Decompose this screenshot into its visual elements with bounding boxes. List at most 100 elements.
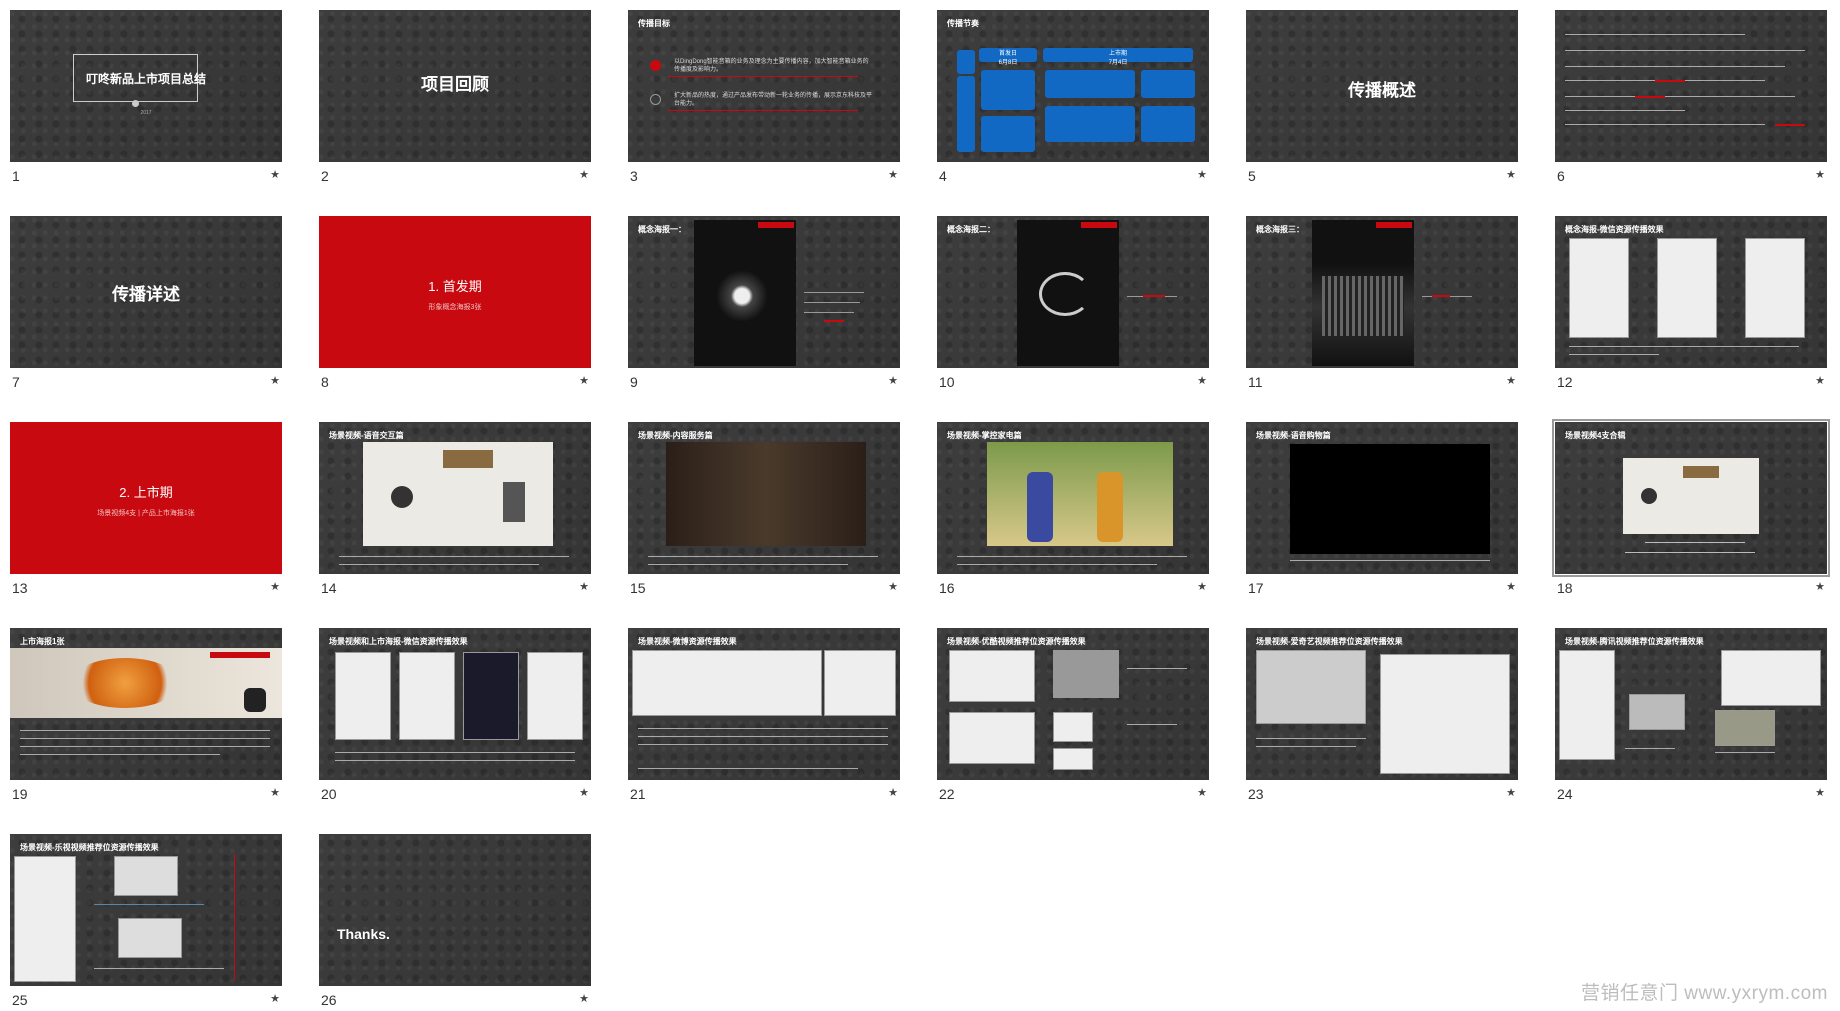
slide-25[interactable]: 场景视频-乐视视频推荐位资源传播效果 25 ★	[10, 834, 282, 1011]
slide-number: 20	[321, 786, 337, 802]
weibo-screenshot	[632, 650, 822, 716]
brand-tag	[1376, 222, 1412, 228]
star-icon: ★	[888, 787, 898, 799]
slide-number: 3	[630, 168, 638, 184]
slide-number: 19	[12, 786, 28, 802]
slide-thumbnail[interactable]: 概念海报一：	[628, 216, 900, 368]
text-line	[957, 564, 1157, 565]
slide-18[interactable]: 场景视频4支合辑 18 ★	[1552, 419, 1830, 618]
slide-thumbnail[interactable]: 场景视频-爱奇艺视频推荐位资源传播效果	[1246, 628, 1518, 780]
link-line	[1715, 752, 1775, 753]
star-icon: ★	[1506, 169, 1516, 181]
letv-screenshot	[14, 856, 76, 982]
tray-graphic	[443, 450, 493, 468]
slide-title: 场景视频-微博资源传播效果	[638, 637, 737, 646]
content-block	[981, 116, 1035, 152]
slide-23[interactable]: 场景视频-爱奇艺视频推荐位资源传播效果 23 ★	[1246, 628, 1518, 824]
slide-thumbnail[interactable]: 1. 首发期 形象概念海报3张	[319, 216, 591, 368]
slide-8[interactable]: 1. 首发期 形象概念海报3张 8 ★	[319, 216, 591, 412]
slide-20[interactable]: 场景视频和上市海报-微信资源传播效果 20 ★	[319, 628, 591, 824]
slide-number: 5	[1248, 168, 1256, 184]
slide-thumbnail[interactable]: 场景视频-乐视视频推荐位资源传播效果	[10, 834, 282, 986]
slide-24[interactable]: 场景视频-腾讯视频推荐位资源传播效果 24 ★	[1555, 628, 1827, 824]
slide-thumbnail[interactable]: 场景视频4支合辑	[1552, 419, 1830, 577]
slide-number: 12	[1557, 374, 1573, 390]
slide-title: 场景视频-语音交互篇	[329, 431, 404, 440]
city-graphic	[1322, 276, 1404, 336]
slide-19[interactable]: 上市海报1张 19 ★	[10, 628, 282, 824]
slide-title: 概念海报三：	[1256, 225, 1304, 234]
slide-number: 23	[1248, 786, 1264, 802]
slide-thumbnail[interactable]: 场景视频-内容服务篇	[628, 422, 900, 574]
slide-7[interactable]: 传播详述 7 ★	[10, 216, 282, 412]
text-line	[335, 752, 575, 753]
slide-number: 2	[321, 168, 329, 184]
slide-6[interactable]: 6 ★	[1555, 10, 1827, 206]
slide-15[interactable]: 场景视频-内容服务篇 15 ★	[628, 422, 900, 618]
divider	[234, 854, 235, 980]
slide-thumbnail[interactable]: 概念海报三：	[1246, 216, 1518, 368]
slide-10[interactable]: 概念海报二： 10 ★	[937, 216, 1209, 412]
slide-thumbnail[interactable]: 2. 上市期 场景视频4支 | 产品上市海报1张	[10, 422, 282, 574]
phase-tag: 上市期 7月4日	[1043, 48, 1193, 66]
slide-thumbnail[interactable]: 概念海报-微信资源传播效果	[1555, 216, 1827, 368]
wechat-screenshot	[335, 652, 391, 740]
text-line	[638, 768, 858, 769]
circle-ornament	[132, 100, 139, 107]
slide-title: 场景视频-爱奇艺视频推荐位资源传播效果	[1256, 637, 1403, 646]
slide-thumbnail[interactable]: 传播详述	[10, 216, 282, 368]
slide-2[interactable]: 项目回顾 2 ★	[319, 10, 591, 206]
star-icon: ★	[579, 581, 589, 593]
phase-date: 7月4日	[1108, 60, 1128, 66]
slide-16[interactable]: 场景视频-掌控家电篇 16 ★	[937, 422, 1209, 618]
slide-thumbnail[interactable]: 场景视频-腾讯视频推荐位资源传播效果	[1555, 628, 1827, 780]
divider	[668, 76, 858, 77]
slide-4[interactable]: 传播节奏 首发日 6月8日 上市期 7月4日 4 ★	[937, 10, 1209, 206]
slide-thumbnail[interactable]: 叮咚新品上市项目总结 2017	[10, 10, 282, 162]
slide-thumbnail[interactable]: 传播概述	[1246, 10, 1518, 162]
poster-image	[694, 220, 796, 366]
slide-21[interactable]: 场景视频-微博资源传播效果 21 ★	[628, 628, 900, 824]
divider	[668, 110, 858, 111]
slide-thumbnail[interactable]: 场景视频-优酷视频推荐位资源传播效果	[937, 628, 1209, 780]
slide-thumbnail[interactable]: 项目回顾	[319, 10, 591, 162]
slide-title: 场景视频4支合辑	[1565, 431, 1626, 440]
highlight	[824, 320, 844, 322]
slide-9[interactable]: 概念海报一： 9 ★	[628, 216, 900, 412]
slide-thumbnail[interactable]: 场景视频-语音交互篇	[319, 422, 591, 574]
slide-thumbnail[interactable]	[1555, 10, 1827, 162]
slide-11[interactable]: 概念海报三： 11 ★	[1246, 216, 1518, 412]
slide-number: 14	[321, 580, 337, 596]
video-still	[363, 442, 553, 546]
slide-thumbnail[interactable]: Thanks.	[319, 834, 591, 986]
text-line	[648, 564, 848, 565]
slide-thumbnail[interactable]: 上市海报1张	[10, 628, 282, 780]
slide-number: 13	[12, 580, 28, 596]
slide-number: 17	[1248, 580, 1264, 596]
slide-title: 概念海报二：	[947, 225, 995, 234]
text-line	[1290, 560, 1490, 561]
slide-17[interactable]: 场景视频-语音购物篇 17 ★	[1246, 422, 1518, 618]
text-line	[20, 746, 270, 747]
slide-26[interactable]: Thanks. 26 ★	[319, 834, 591, 1011]
slide-thumbnail[interactable]: 场景视频-微博资源传播效果	[628, 628, 900, 780]
slide-thumbnail[interactable]: 场景视频和上市海报-微信资源传播效果	[319, 628, 591, 780]
row-label	[957, 50, 975, 74]
slide-13[interactable]: 2. 上市期 场景视频4支 | 产品上市海报1张 13 ★	[10, 422, 282, 618]
slide-thumbnail[interactable]: 传播节奏 首发日 6月8日 上市期 7月4日	[937, 10, 1209, 162]
slide-14[interactable]: 场景视频-语音交互篇 14 ★	[319, 422, 591, 618]
slide-3[interactable]: 传播目标 以DingDong智能音箱的业务及理念为主要传播内容，加大智能音箱业务…	[628, 10, 900, 206]
slide-22[interactable]: 场景视频-优酷视频推荐位资源传播效果 22 ★	[937, 628, 1209, 824]
slide-thumbnail[interactable]: 概念海报二：	[937, 216, 1209, 368]
star-icon: ★	[579, 169, 589, 181]
slide-thumbnail[interactable]: 场景视频-掌控家电篇	[937, 422, 1209, 574]
slide-title: 概念海报一：	[638, 225, 686, 234]
slide-5[interactable]: 传播概述 5 ★	[1246, 10, 1518, 206]
speaker-graphic	[244, 688, 266, 712]
text-line	[957, 556, 1187, 557]
slide-12[interactable]: 概念海报-微信资源传播效果 12 ★	[1555, 216, 1827, 412]
slide-title: 2. 上市期	[119, 485, 173, 500]
slide-thumbnail[interactable]: 传播目标 以DingDong智能音箱的业务及理念为主要传播内容，加大智能音箱业务…	[628, 10, 900, 162]
slide-1[interactable]: 叮咚新品上市项目总结 2017 1 ★	[10, 10, 282, 206]
slide-thumbnail[interactable]: 场景视频-语音购物篇	[1246, 422, 1518, 574]
